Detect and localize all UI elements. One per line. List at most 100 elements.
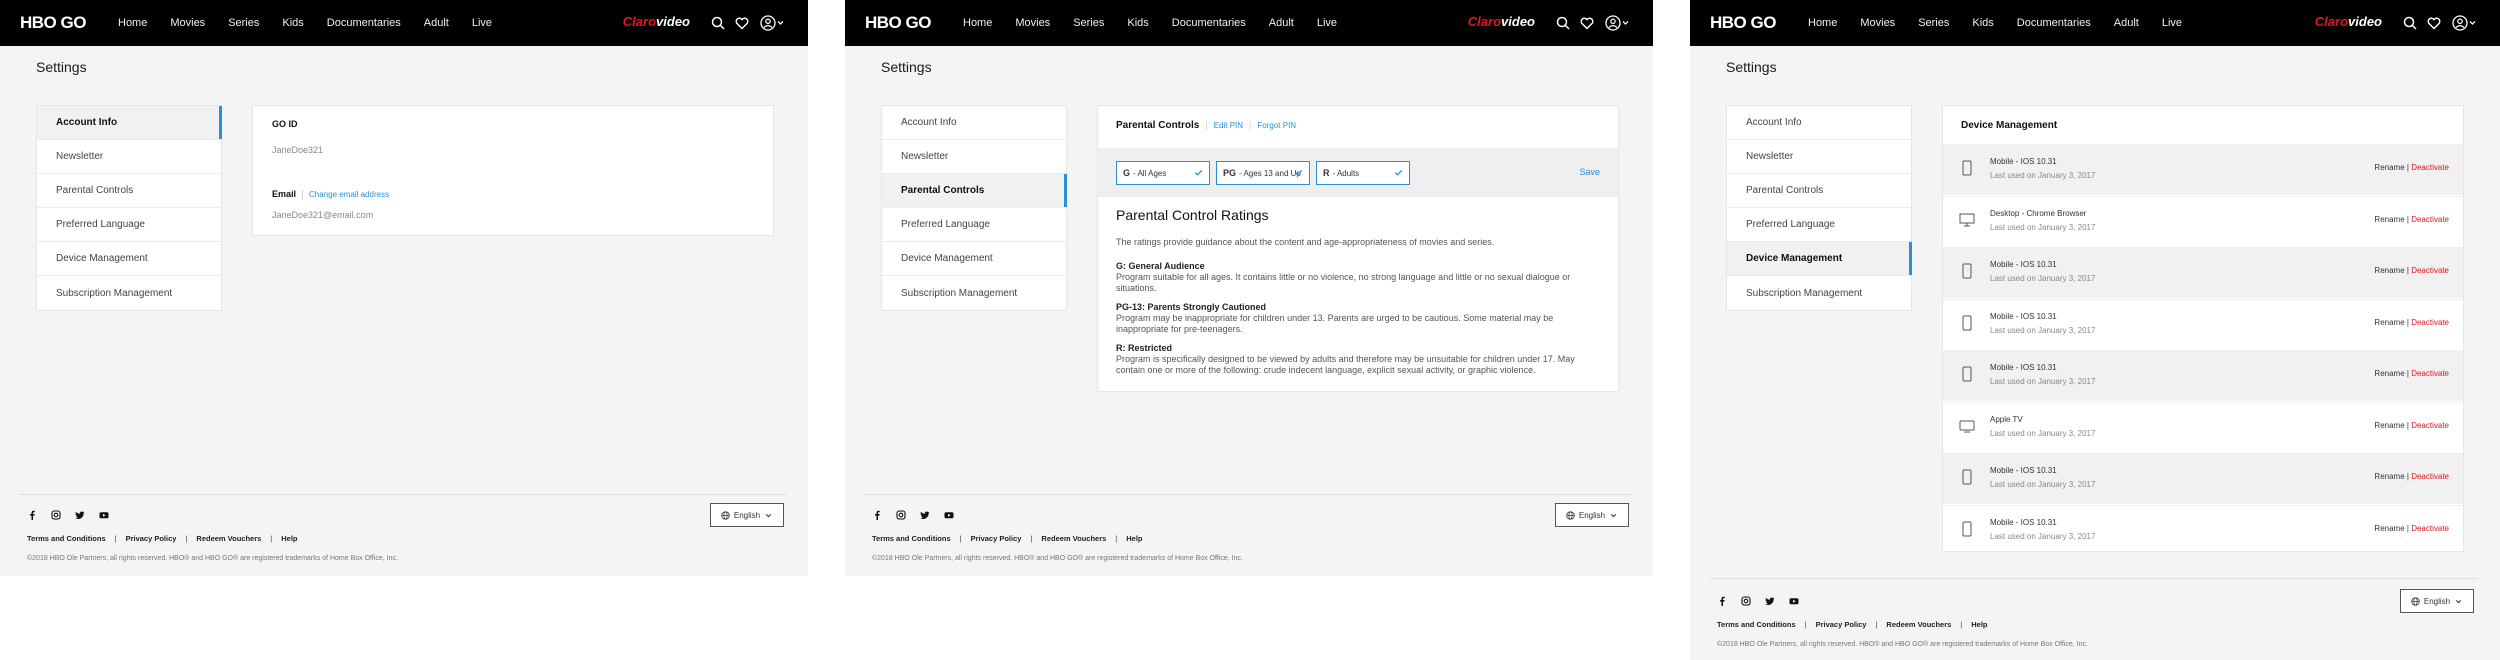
change-email-link[interactable]: Change email address	[309, 190, 389, 199]
nav-series[interactable]: Series	[228, 17, 259, 29]
help-link[interactable]: Help	[1971, 620, 1987, 629]
sidebar-item-device-management[interactable]: Device Management	[1727, 242, 1912, 276]
deactivate-link[interactable]: Deactivate	[2411, 215, 2449, 224]
privacy-link[interactable]: Privacy Policy	[126, 534, 177, 543]
rating-option-pg[interactable]: PG - Ages 13 and Up	[1216, 161, 1310, 185]
hbo-go-logo[interactable]: HBO GO	[865, 13, 931, 33]
terms-link[interactable]: Terms and Conditions	[1717, 620, 1796, 629]
rename-link[interactable]: Rename	[2374, 215, 2404, 224]
youtube-icon[interactable]	[944, 510, 954, 520]
nav-home[interactable]: Home	[1808, 17, 1837, 29]
sidebar-item-preferred-language[interactable]: Preferred Language	[1727, 208, 1911, 242]
rename-link[interactable]: Rename	[2374, 524, 2404, 533]
rating-option-r[interactable]: R- Adults	[1316, 161, 1410, 185]
rename-link[interactable]: Rename	[2374, 472, 2404, 481]
facebook-icon[interactable]	[27, 510, 37, 520]
sidebar-item-subscription-management[interactable]: Subscription Management	[882, 276, 1066, 310]
nav-adult[interactable]: Adult	[424, 17, 449, 29]
sidebar-item-account-info[interactable]: Account Info	[1727, 106, 1911, 140]
instagram-icon[interactable]	[1741, 596, 1751, 606]
help-link[interactable]: Help	[281, 534, 297, 543]
twitter-icon[interactable]	[920, 510, 930, 520]
deactivate-link[interactable]: Deactivate	[2411, 524, 2449, 533]
nav-home[interactable]: Home	[118, 17, 147, 29]
sidebar-item-newsletter[interactable]: Newsletter	[882, 140, 1066, 174]
twitter-icon[interactable]	[75, 510, 85, 520]
sidebar-item-account-info[interactable]: Account Info	[882, 106, 1066, 140]
youtube-icon[interactable]	[99, 510, 109, 520]
hbo-go-logo[interactable]: HBO GO	[20, 13, 86, 33]
nav-movies[interactable]: Movies	[1015, 17, 1050, 29]
forgot-pin-link[interactable]: Forgot PIN	[1257, 121, 1296, 130]
nav-adult[interactable]: Adult	[2114, 17, 2139, 29]
user-menu-icon[interactable]	[2452, 15, 2478, 31]
sidebar-item-device-management[interactable]: Device Management	[37, 242, 221, 276]
sidebar-item-subscription-management[interactable]: Subscription Management	[1727, 276, 1911, 310]
nav-series[interactable]: Series	[1918, 17, 1949, 29]
search-icon[interactable]	[2402, 15, 2418, 31]
deactivate-link[interactable]: Deactivate	[2411, 421, 2449, 430]
nav-live[interactable]: Live	[1317, 17, 1337, 29]
sidebar-item-preferred-language[interactable]: Preferred Language	[37, 208, 221, 242]
nav-kids[interactable]: Kids	[1972, 17, 1993, 29]
user-menu-icon[interactable]	[1605, 15, 1631, 31]
deactivate-link[interactable]: Deactivate	[2411, 163, 2449, 172]
heart-icon[interactable]	[2426, 15, 2442, 31]
nav-movies[interactable]: Movies	[170, 17, 205, 29]
sidebar-item-parental-controls[interactable]: Parental Controls	[1727, 174, 1911, 208]
twitter-icon[interactable]	[1765, 596, 1775, 606]
rename-link[interactable]: Rename	[2374, 369, 2404, 378]
rename-link[interactable]: Rename	[2374, 318, 2404, 327]
instagram-icon[interactable]	[51, 510, 61, 520]
nav-home[interactable]: Home	[963, 17, 992, 29]
redeem-vouchers-link[interactable]: Redeem Vouchers	[196, 534, 261, 543]
deactivate-link[interactable]: Deactivate	[2411, 369, 2449, 378]
sidebar-item-preferred-language[interactable]: Preferred Language	[882, 208, 1066, 242]
deactivate-link[interactable]: Deactivate	[2411, 472, 2449, 481]
heart-icon[interactable]	[734, 15, 750, 31]
terms-link[interactable]: Terms and Conditions	[872, 534, 951, 543]
deactivate-link[interactable]: Deactivate	[2411, 318, 2449, 327]
rename-link[interactable]: Rename	[2374, 421, 2404, 430]
sidebar-item-account-info[interactable]: Account Info	[37, 106, 222, 140]
redeem-vouchers-link[interactable]: Redeem Vouchers	[1041, 534, 1106, 543]
nav-live[interactable]: Live	[2162, 17, 2182, 29]
nav-documentaries[interactable]: Documentaries	[2017, 17, 2091, 29]
sidebar-item-parental-controls[interactable]: Parental Controls	[882, 174, 1067, 208]
help-link[interactable]: Help	[1126, 534, 1142, 543]
language-selector[interactable]: English	[1555, 503, 1629, 527]
nav-series[interactable]: Series	[1073, 17, 1104, 29]
facebook-icon[interactable]	[1717, 596, 1727, 606]
sidebar-item-device-management[interactable]: Device Management	[882, 242, 1066, 276]
hbo-go-logo[interactable]: HBO GO	[1710, 13, 1776, 33]
terms-link[interactable]: Terms and Conditions	[27, 534, 106, 543]
language-selector[interactable]: English	[2400, 589, 2474, 613]
nav-documentaries[interactable]: Documentaries	[1172, 17, 1246, 29]
sidebar-item-newsletter[interactable]: Newsletter	[1727, 140, 1911, 174]
privacy-link[interactable]: Privacy Policy	[1816, 620, 1867, 629]
rename-link[interactable]: Rename	[2374, 163, 2404, 172]
language-selector[interactable]: English	[710, 503, 784, 527]
rating-option-g[interactable]: G- All Ages	[1116, 161, 1210, 185]
facebook-icon[interactable]	[872, 510, 882, 520]
edit-pin-link[interactable]: Edit PIN	[1214, 121, 1243, 130]
rename-link[interactable]: Rename	[2374, 266, 2404, 275]
nav-documentaries[interactable]: Documentaries	[327, 17, 401, 29]
sidebar-item-subscription-management[interactable]: Subscription Management	[37, 276, 221, 310]
nav-live[interactable]: Live	[472, 17, 492, 29]
youtube-icon[interactable]	[1789, 596, 1799, 606]
user-menu-icon[interactable]	[760, 15, 786, 31]
redeem-vouchers-link[interactable]: Redeem Vouchers	[1886, 620, 1951, 629]
nav-kids[interactable]: Kids	[1127, 17, 1148, 29]
sidebar-item-newsletter[interactable]: Newsletter	[37, 140, 221, 174]
save-button[interactable]: Save	[1579, 167, 1600, 177]
deactivate-link[interactable]: Deactivate	[2411, 266, 2449, 275]
nav-adult[interactable]: Adult	[1269, 17, 1294, 29]
nav-kids[interactable]: Kids	[282, 17, 303, 29]
sidebar-item-parental-controls[interactable]: Parental Controls	[37, 174, 221, 208]
instagram-icon[interactable]	[896, 510, 906, 520]
privacy-link[interactable]: Privacy Policy	[971, 534, 1022, 543]
heart-icon[interactable]	[1579, 15, 1595, 31]
nav-movies[interactable]: Movies	[1860, 17, 1895, 29]
search-icon[interactable]	[710, 15, 726, 31]
